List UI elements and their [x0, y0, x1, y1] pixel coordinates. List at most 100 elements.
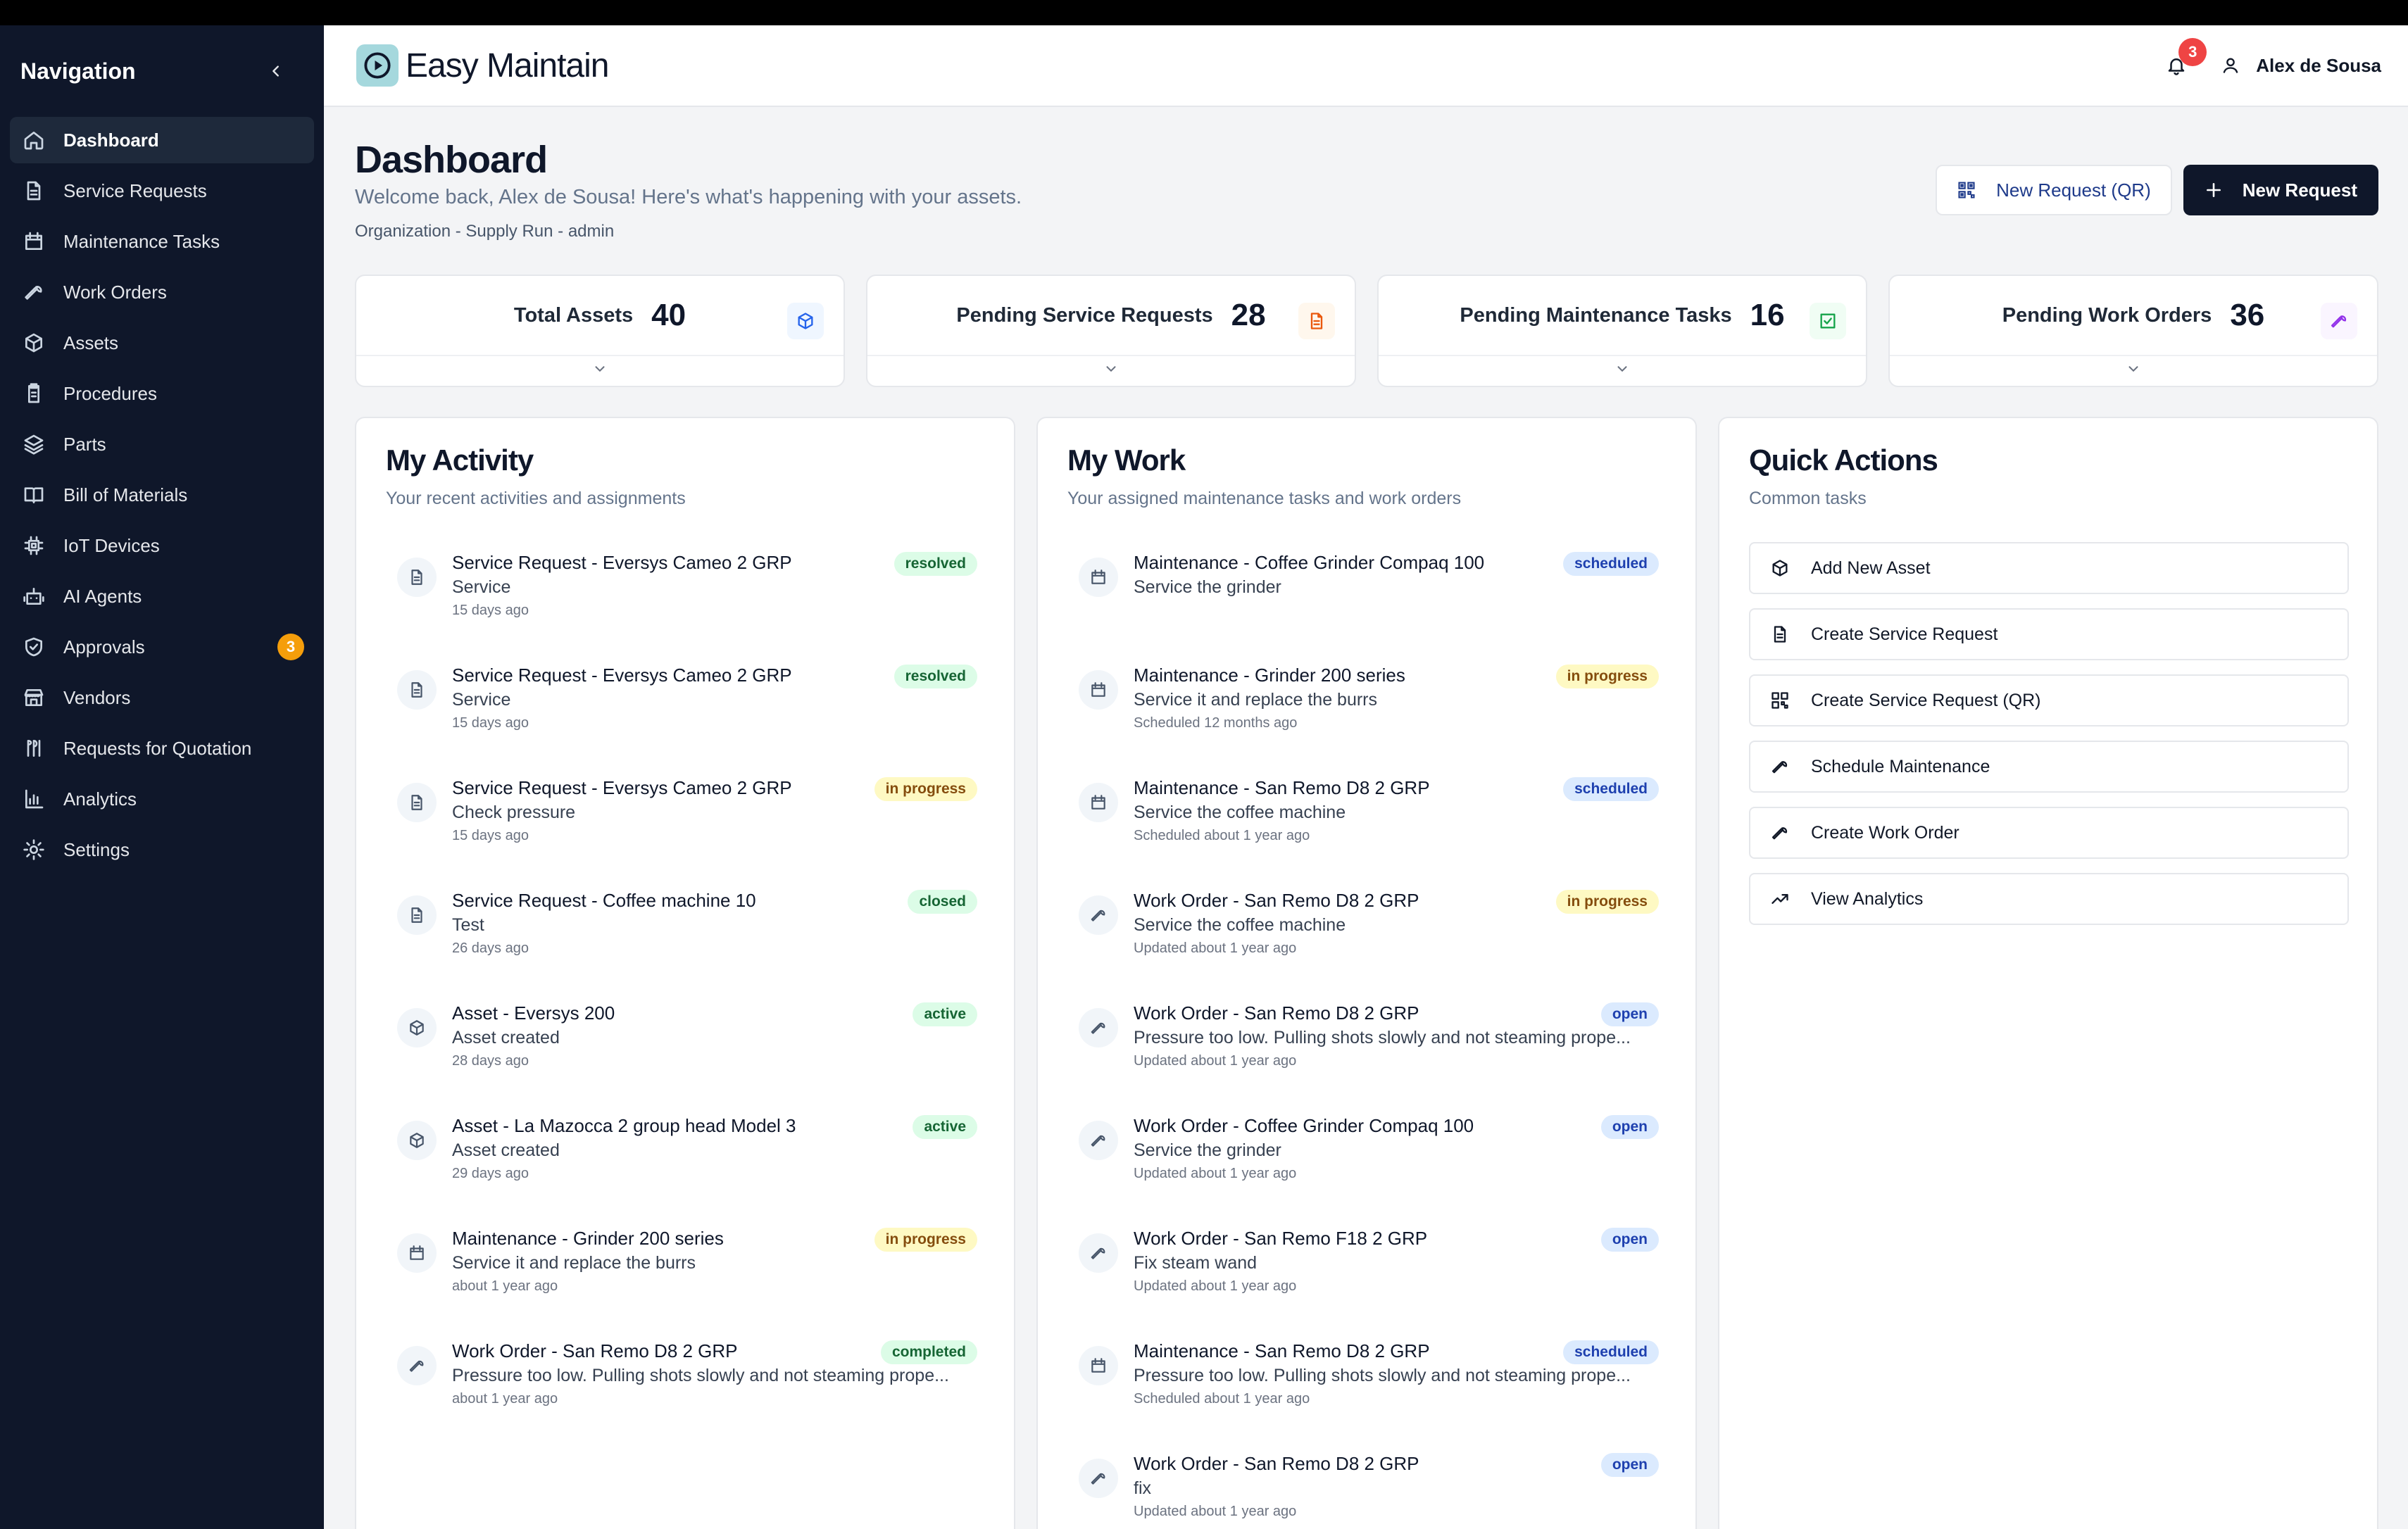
- stat-value: 16: [1750, 298, 1785, 332]
- sidebar-item-work-orders[interactable]: Work Orders: [10, 269, 314, 315]
- item-time: Scheduled about 1 year ago: [1134, 1391, 1310, 1407]
- user-menu[interactable]: Alex de Sousa: [2221, 55, 2381, 77]
- notification-count-badge: 3: [2178, 38, 2207, 66]
- expand-stat-button[interactable]: [356, 356, 844, 382]
- list-item[interactable]: Work Order - San Remo D8 2 GRP Pressure t…: [1067, 995, 1659, 1108]
- quick-action-add-new-asset[interactable]: Add New Asset: [1749, 542, 2349, 594]
- list-item[interactable]: Maintenance - Grinder 200 series Service …: [386, 1221, 977, 1333]
- sidebar-item-iot-devices[interactable]: IoT Devices: [10, 522, 314, 569]
- sidebar-item-procedures[interactable]: Procedures: [10, 370, 314, 417]
- list-item[interactable]: Service Request - Eversys Cameo 2 GRP Che…: [386, 770, 977, 883]
- list-item[interactable]: Work Order - San Remo D8 2 GRP Pressure t…: [386, 1333, 977, 1446]
- quick-action-label: View Analytics: [1811, 888, 1924, 909]
- sidebar-item-parts[interactable]: Parts: [10, 421, 314, 467]
- stat-card[interactable]: Pending Work Orders 36: [1888, 275, 2378, 387]
- wrench-icon: [1771, 827, 1788, 840]
- calendar-icon: [21, 229, 46, 254]
- quick-action-create-service-request-qr[interactable]: Create Service Request (QR): [1749, 674, 2349, 726]
- calendar-icon: [397, 1233, 437, 1273]
- quick-action-schedule-maintenance[interactable]: Schedule Maintenance: [1749, 741, 2349, 793]
- stat-row: Pending Maintenance Tasks 16: [1379, 276, 1866, 356]
- item-time: about 1 year ago: [452, 1278, 558, 1294]
- stat-card[interactable]: Pending Service Requests 28: [866, 275, 1356, 387]
- stat-card[interactable]: Total Assets 40: [355, 275, 845, 387]
- sidebar-item-analytics[interactable]: Analytics: [10, 776, 314, 822]
- top-header: Easy Maintain 3 Alex de Sousa: [324, 25, 2408, 107]
- item-time: 15 days ago: [452, 603, 529, 618]
- stat-value: 40: [651, 298, 686, 332]
- quick-actions-panel: Quick Actions Common tasks Add New Asset…: [1718, 417, 2378, 1529]
- book-icon: [21, 482, 46, 508]
- status-badge: completed: [880, 1340, 977, 1364]
- list-item[interactable]: Maintenance - San Remo D8 2 GRP Service t…: [1067, 770, 1659, 883]
- wrench-icon: [21, 279, 46, 305]
- list-item[interactable]: Work Order - Coffee Grinder Compaq 100 Se…: [1067, 1108, 1659, 1221]
- list-item[interactable]: Work Order - San Remo D8 2 GRP Service th…: [1067, 883, 1659, 995]
- sidebar-item-bill-of-materials[interactable]: Bill of Materials: [10, 472, 314, 518]
- store-icon: [24, 689, 44, 706]
- document-icon: [411, 795, 422, 810]
- sidebar-item-requests-for-quotation[interactable]: Requests for Quotation: [10, 725, 314, 772]
- gear-icon: [21, 837, 46, 862]
- item-description: Service the grinder: [1134, 577, 1281, 597]
- play-logo-icon: [356, 44, 399, 87]
- sidebar-item-maintenance-tasks[interactable]: Maintenance Tasks: [10, 218, 314, 265]
- panel-title: Quick Actions: [1749, 443, 1938, 477]
- new-request-button[interactable]: New Request: [2183, 165, 2378, 215]
- document-icon: [21, 178, 46, 203]
- stat-card[interactable]: Pending Maintenance Tasks 16: [1377, 275, 1867, 387]
- sidebar-item-service-requests[interactable]: Service Requests: [10, 168, 314, 214]
- collapse-sidebar-button[interactable]: [262, 57, 290, 85]
- sidebar-item-dashboard[interactable]: Dashboard: [10, 117, 314, 163]
- check-square-icon: [1820, 313, 1836, 329]
- item-description: Pressure too low. Pulling shots slowly a…: [1134, 1028, 1631, 1047]
- chevron-left-icon: [272, 65, 279, 77]
- sidebar-item-ai-agents[interactable]: AI Agents: [10, 573, 314, 619]
- item-title: Service Request - Eversys Cameo 2 GRP: [452, 665, 792, 686]
- sidebar-item-approvals[interactable]: Approvals 3: [10, 624, 314, 670]
- brand[interactable]: Easy Maintain: [356, 44, 609, 87]
- expand-stat-button[interactable]: [1379, 356, 1866, 382]
- sidebar-item-label: Requests for Quotation: [63, 737, 252, 759]
- status-badge: in progress: [874, 777, 977, 801]
- qr-icon: [1958, 182, 1975, 199]
- calendar-icon: [25, 232, 42, 250]
- wrench-icon: [2321, 303, 2357, 339]
- item-time: Scheduled 12 months ago: [1134, 715, 1298, 731]
- list-item[interactable]: Service Request - Eversys Cameo 2 GRP Ser…: [386, 657, 977, 770]
- quick-action-create-service-request[interactable]: Create Service Request: [1749, 608, 2349, 660]
- chevron-down-icon: [595, 366, 605, 372]
- wrench-icon: [1079, 895, 1118, 935]
- expand-stat-button[interactable]: [1890, 356, 2377, 382]
- sidebar-item-vendors[interactable]: Vendors: [10, 674, 314, 721]
- item-time: 15 days ago: [452, 715, 529, 731]
- new-request-qr-button[interactable]: New Request (QR): [1936, 165, 2172, 215]
- list-item[interactable]: Work Order - San Remo D8 2 GRP fix Updated…: [1067, 1446, 1659, 1529]
- quick-action-create-work-order[interactable]: Create Work Order: [1749, 807, 2349, 859]
- item-title: Work Order - San Remo D8 2 GRP: [1134, 1002, 1419, 1024]
- list-item[interactable]: Asset - Eversys 200 Asset created 28 days …: [386, 995, 977, 1108]
- list-item[interactable]: Work Order - San Remo F18 2 GRP Fix steam…: [1067, 1221, 1659, 1333]
- list-item[interactable]: Maintenance - Coffee Grinder Compaq 100 S…: [1067, 545, 1659, 657]
- work-list: Maintenance - Coffee Grinder Compaq 100 S…: [1067, 545, 1659, 1529]
- list-item[interactable]: Asset - La Mazocca 2 group head Model 3 A…: [386, 1108, 977, 1221]
- sidebar-item-label: Bill of Materials: [63, 484, 188, 505]
- sidebar-item-assets[interactable]: Assets: [10, 320, 314, 366]
- notifications-button[interactable]: 3: [2159, 38, 2207, 83]
- list-item[interactable]: Maintenance - San Remo D8 2 GRP Pressure …: [1067, 1333, 1659, 1446]
- list-item[interactable]: Maintenance - Grinder 200 series Service …: [1067, 657, 1659, 770]
- window-top-bar: [0, 0, 2408, 25]
- user-icon: [2223, 58, 2238, 73]
- sidebar-item-label: Vendors: [63, 686, 131, 708]
- clipboard-icon: [27, 383, 39, 403]
- list-item[interactable]: Service Request - Eversys Cameo 2 GRP Ser…: [386, 545, 977, 657]
- home-icon: [24, 132, 44, 150]
- list-item[interactable]: Service Request - Coffee machine 10 Test 2…: [386, 883, 977, 995]
- item-description: Check pressure: [452, 803, 576, 822]
- sidebar-item-settings[interactable]: Settings: [10, 826, 314, 873]
- quick-action-view-analytics[interactable]: View Analytics: [1749, 873, 2349, 925]
- wrench-icon: [1091, 1247, 1105, 1259]
- expand-stat-button[interactable]: [867, 356, 1355, 382]
- document-icon: [397, 783, 437, 822]
- item-title: Asset - La Mazocca 2 group head Model 3: [452, 1115, 796, 1136]
